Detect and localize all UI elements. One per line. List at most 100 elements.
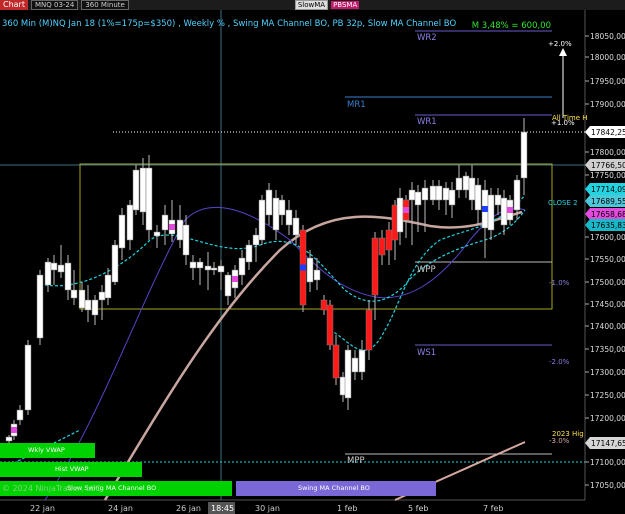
price-tick-label: 17900,00 xyxy=(590,100,625,109)
candle-body xyxy=(520,131,528,179)
candle-body xyxy=(332,344,340,379)
price-flag-label: 17842,25 xyxy=(591,128,625,137)
time-label: 22 jan xyxy=(30,504,55,513)
price-flag-label: 17658,68 xyxy=(591,210,625,219)
price-tick-label: 17200,00 xyxy=(590,414,625,423)
time-label: 7 feb xyxy=(483,504,503,513)
candle-body xyxy=(462,175,470,191)
hist-vwap-label: Hist VWAP xyxy=(55,465,89,473)
candle-body xyxy=(408,189,416,201)
candle-body xyxy=(500,197,508,226)
price-tick-label: 17400,00 xyxy=(590,322,625,331)
candle-body xyxy=(50,262,58,271)
candle-body xyxy=(196,261,204,269)
price-tick-label: 17550,00 xyxy=(590,255,625,264)
candle-body xyxy=(70,289,78,299)
candle-body xyxy=(272,197,280,231)
price-flag-label: 17714,09 xyxy=(591,185,625,194)
candle-body xyxy=(487,194,495,231)
copyright-text: © 2024 NinjaTrader, LLC xyxy=(2,484,101,493)
price-tick-label: 17750,00 xyxy=(590,171,625,180)
time-label: 26 jan xyxy=(176,504,201,513)
candle-body xyxy=(98,291,106,301)
wr2-label: WR2 xyxy=(417,33,437,43)
candle-body xyxy=(455,177,463,191)
candle-body xyxy=(16,409,24,421)
crosshair-time-label: 18:45 xyxy=(211,504,234,513)
candle-body xyxy=(326,304,334,346)
pct-minus1-label: -1.0% xyxy=(549,279,570,287)
candle-body xyxy=(139,167,147,213)
candle-body xyxy=(414,191,422,206)
candle-marker xyxy=(507,207,513,213)
ws1-label: WS1 xyxy=(417,348,436,358)
candle-body xyxy=(474,184,482,211)
candle-body xyxy=(145,167,153,231)
candle-body xyxy=(320,299,328,311)
candle-body xyxy=(44,261,52,286)
candle-marker xyxy=(11,427,17,433)
swing-ma-label: Swing MA Channel BO xyxy=(298,484,370,492)
candle-body xyxy=(78,289,86,309)
candle-body xyxy=(24,344,32,411)
candle-body xyxy=(358,349,366,373)
pct-minus2-label: -2.0% xyxy=(549,358,570,366)
candle-body xyxy=(378,237,386,256)
candle-body xyxy=(161,214,169,231)
candle-body xyxy=(210,267,218,271)
candle-body xyxy=(292,217,300,236)
price-tick-label: 17950,00 xyxy=(590,77,625,86)
time-label: 24 jan xyxy=(108,504,133,513)
year-high-label: 2023 Hig xyxy=(552,430,584,438)
candle-body xyxy=(5,436,13,442)
time-axis: 22 jan 24 jan 26 jan 30 jan 1 feb 5 feb … xyxy=(30,502,503,514)
price-chart[interactable]: WR2 MR1 WR1 WPP WS1 MPP +2.0% +1.0% -1.0… xyxy=(0,0,625,514)
candle-marker xyxy=(300,264,306,271)
price-tick-label: 17300,00 xyxy=(590,368,625,377)
slow-ma-curve xyxy=(103,210,523,501)
candle-body xyxy=(204,265,212,271)
candle-body xyxy=(306,257,314,283)
candle-body xyxy=(278,199,286,216)
candle-body xyxy=(252,234,260,246)
price-axis: 18050,00 18000,00 17950,00 17900,00 17800,00… xyxy=(585,32,625,490)
price-flag-label: 17689,55 xyxy=(591,197,625,206)
candle-body xyxy=(435,185,443,201)
time-label: 1 feb xyxy=(337,504,357,513)
candle-body xyxy=(313,269,321,281)
price-tick-label: 17100,00 xyxy=(590,458,625,467)
price-tick-label: 18000,00 xyxy=(590,53,625,62)
wpp-label: WPP xyxy=(417,265,436,275)
candle-body xyxy=(351,357,359,373)
candle-body xyxy=(189,261,197,269)
candle-body xyxy=(396,197,404,233)
candle-body xyxy=(365,309,373,351)
candle-body xyxy=(265,189,273,216)
candle-body xyxy=(468,177,476,201)
price-tick-label: 18050,00 xyxy=(590,32,625,41)
candle-body xyxy=(176,219,184,241)
candle-marker xyxy=(403,207,409,213)
candle-body xyxy=(238,257,246,276)
pct-plus2-label: +2.0% xyxy=(548,40,572,48)
price-tick-label: 17350,00 xyxy=(590,345,625,354)
candle-body xyxy=(224,274,232,297)
price-tick-label: 17450,00 xyxy=(590,300,625,309)
candle-body xyxy=(421,187,429,201)
candle-body xyxy=(36,274,44,339)
candle-body xyxy=(448,189,456,206)
candle-body xyxy=(64,262,72,291)
candle-body xyxy=(285,209,293,226)
price-tick-label: 17500,00 xyxy=(590,278,625,287)
candle-marker xyxy=(169,224,175,230)
candle-body xyxy=(118,214,126,249)
candle-body xyxy=(258,199,266,241)
candle-body xyxy=(217,265,225,273)
candle-body xyxy=(182,224,190,256)
candle-body xyxy=(153,231,161,237)
candle-body xyxy=(126,204,134,241)
close-label: CLOSE 2 xyxy=(548,199,578,207)
candle-body xyxy=(84,299,92,311)
price-tick-label: 17800,00 xyxy=(590,148,625,157)
candle-body xyxy=(344,349,352,399)
